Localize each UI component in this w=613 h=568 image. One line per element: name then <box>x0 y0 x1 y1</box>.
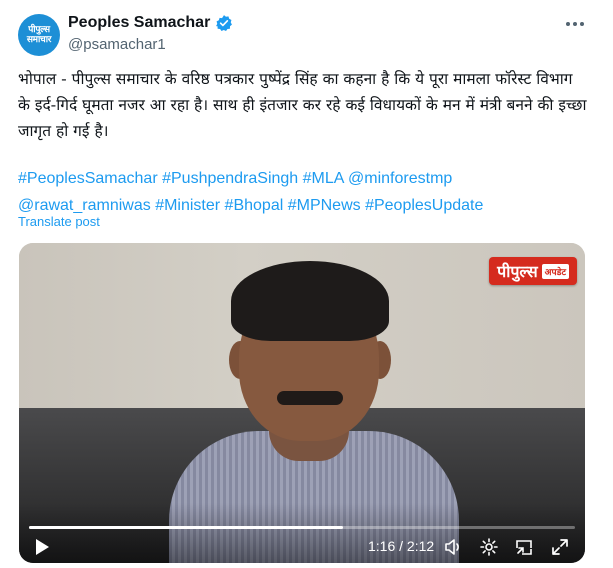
volume-icon[interactable] <box>442 536 464 558</box>
watermark-sub: अपडेट <box>541 263 569 279</box>
peoples-update-watermark: पीपुल्स अपडेट <box>489 257 577 285</box>
video-time: 1:16 / 2:12 <box>368 538 435 554</box>
watermark-main: पीपुल्स <box>497 262 538 281</box>
hashtag-link[interactable]: #PushpendraSingh <box>162 170 298 187</box>
post-body: भोपाल - पीपुल्स समाचार के वरिष्ठ पत्रकार… <box>18 70 587 140</box>
video-controls: 1:16 / 2:12 <box>19 503 585 563</box>
verified-badge-icon <box>216 15 233 32</box>
mention-link[interactable]: @rawat_ramniwas <box>18 197 151 214</box>
video-player[interactable]: पीपुल्स अपडेट 1:16 / 2:12 <box>19 243 585 563</box>
pip-icon[interactable] <box>513 536 535 558</box>
hashtag-link[interactable]: #MLA <box>303 170 344 187</box>
display-name[interactable]: Peoples Samachar <box>68 14 210 32</box>
translate-post-link[interactable]: Translate post <box>18 214 100 229</box>
author-name-row: Peoples Samachar <box>68 14 233 32</box>
avatar-text-line2: समाचार <box>26 35 52 45</box>
post-hashtags: #PeoplesSamachar #PushpendraSingh #MLA @… <box>18 165 598 219</box>
hashtag-link[interactable]: #Bhopal <box>225 197 284 214</box>
hashtag-link[interactable]: #MPNews <box>288 197 361 214</box>
hashtag-link[interactable]: #PeoplesSamachar <box>18 170 158 187</box>
hashtag-link[interactable]: #PeoplesUpdate <box>365 197 483 214</box>
mention-link[interactable]: @minforestmp <box>348 170 452 187</box>
video-progress-bar[interactable] <box>29 526 575 529</box>
tweet-card: पीपुल्स समाचार Peoples Samachar @psamach… <box>0 0 613 568</box>
settings-icon[interactable] <box>478 536 500 558</box>
author-handle[interactable]: @psamachar1 <box>68 36 166 53</box>
avatar-text-line1: पीपुल्स <box>28 25 50 35</box>
video-progress-fill <box>29 526 343 529</box>
more-options-icon[interactable] <box>563 12 587 36</box>
play-icon[interactable] <box>31 536 53 558</box>
hashtag-link[interactable]: #Minister <box>155 197 220 214</box>
fullscreen-icon[interactable] <box>549 536 571 558</box>
avatar[interactable]: पीपुल्स समाचार <box>18 14 60 56</box>
